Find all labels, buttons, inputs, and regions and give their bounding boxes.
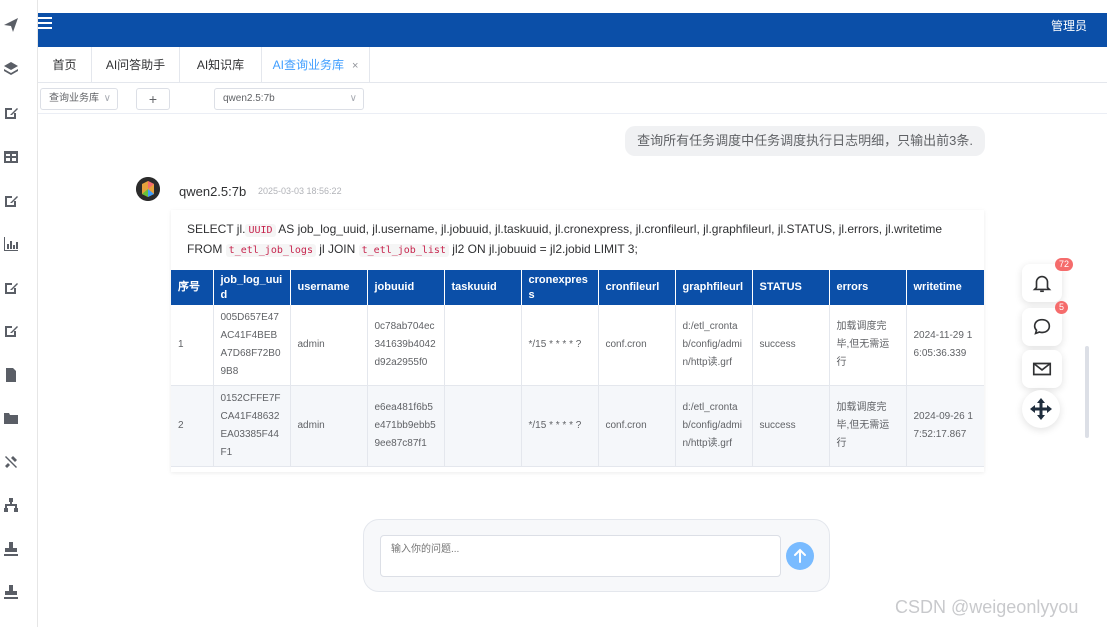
tab-ai-query-db[interactable]: AI查询业务库 × (262, 47, 370, 83)
table-icon[interactable] (3, 149, 19, 165)
sql-inline-code: t_etl_job_list (358, 244, 449, 257)
result-table: 序号 job_log_uuid username jobuuid taskuui… (171, 270, 984, 467)
column-header: cronfileurl (598, 270, 676, 305)
network-icon[interactable] (3, 497, 19, 513)
tab-ai-knowledge[interactable]: AI知识库 (180, 47, 262, 83)
sidebar (0, 0, 38, 627)
send-button[interactable] (786, 542, 814, 570)
column-header: errors (829, 270, 907, 305)
move-handle[interactable] (1022, 390, 1060, 428)
bell-icon (1032, 275, 1052, 293)
table-cell: */15 * * * * ? (521, 385, 599, 467)
column-header: job_log_uuid (213, 270, 291, 305)
table-cell: 加载调度完毕,但无需运行 (829, 385, 907, 467)
chevron-down-icon: ∨ (349, 93, 357, 104)
layers-icon[interactable] (3, 61, 19, 77)
edit-icon[interactable] (3, 323, 19, 339)
tab-ai-assistant[interactable]: AI问答助手 (92, 47, 180, 83)
table-cell: admin (290, 385, 368, 467)
arrow-up-icon (794, 548, 806, 563)
messages-button[interactable]: 5 (1022, 301, 1069, 346)
table-cell: conf.cron (598, 385, 676, 467)
user-message: 查询所有任务调度中任务调度执行日志明细，只输出前3条. (625, 126, 985, 156)
table-cell (444, 305, 522, 386)
edit-icon[interactable] (3, 280, 19, 296)
table-cell: 加载调度完毕,但无需运行 (829, 305, 907, 386)
menu-toggle-icon[interactable] (38, 17, 54, 31)
file-icon[interactable] (3, 367, 19, 383)
folder-icon[interactable] (3, 410, 19, 426)
column-header: graphfileurl (675, 270, 753, 305)
table-cell (444, 385, 522, 467)
tab-home[interactable]: 首页 (38, 47, 92, 83)
table-cell: success (752, 305, 830, 386)
stamp-icon[interactable] (3, 584, 19, 600)
admin-user-label[interactable]: 管理员 (1051, 17, 1087, 34)
table-row: 1 005D657E47AC41F4BEBA7D68F72B09B8 admin… (171, 305, 984, 386)
notifications-button[interactable]: 72 (1022, 258, 1074, 302)
column-header: jobuuid (367, 270, 445, 305)
chat-input-container (363, 519, 830, 592)
notification-count-badge: 72 (1055, 258, 1074, 271)
edit-icon[interactable] (3, 193, 19, 209)
column-header: taskuuid (444, 270, 522, 305)
answer-card: SELECT jl. UUID AS job_log_uuid, jl.usern… (171, 210, 984, 472)
column-header: 序号 (171, 270, 214, 305)
query-type-select[interactable]: 查询业务库 ∨ (40, 88, 118, 110)
table-cell: 2 (171, 385, 214, 467)
close-icon[interactable]: × (352, 60, 358, 72)
mail-button[interactable] (1022, 350, 1062, 388)
paper-plane-icon[interactable] (3, 17, 19, 33)
tools-icon[interactable] (3, 454, 19, 470)
table-cell: conf.cron (598, 305, 676, 386)
column-header: writetime (906, 270, 984, 305)
chat-bubble-icon (1033, 318, 1051, 335)
move-arrows-icon (1030, 398, 1052, 420)
table-cell: 2024-09-26 17:52:17.867 (906, 385, 984, 467)
column-header: STATUS (752, 270, 830, 305)
table-cell: 0152CFFE7FCA41F48632EA03385F44F1 (213, 385, 291, 467)
chevron-down-icon: ∨ (103, 93, 111, 104)
stamp-icon[interactable] (3, 541, 19, 557)
add-button[interactable]: + (136, 88, 170, 110)
tab-bar: 首页 AI问答助手 AI知识库 AI查询业务库 × (38, 47, 1107, 83)
toolbar: 查询业务库 ∨ + qwen2.5:7b ∨ (38, 84, 1107, 114)
sql-inline-code: t_etl_job_logs (225, 244, 316, 257)
sql-inline-code: UUID (245, 224, 276, 237)
table-cell: e6ea481f6b5e471bb9ebb59ee87c87f1 (367, 385, 445, 467)
table-cell: success (752, 385, 830, 467)
table-cell: 2024-11-29 16:05:36.339 (906, 305, 984, 386)
table-cell: 0c78ab704ec341639b4042d92a2955f0 (367, 305, 445, 386)
top-bar: 管理员 (38, 13, 1107, 47)
scrollbar[interactable] (1085, 346, 1089, 438)
model-avatar (136, 177, 160, 201)
table-cell: */15 * * * * ? (521, 305, 599, 386)
table-row: 2 0152CFFE7FCA41F48632EA03385F44F1 admin… (171, 385, 984, 467)
column-header: cronexpress (521, 270, 599, 305)
question-input[interactable] (380, 535, 781, 577)
table-cell: 1 (171, 305, 214, 386)
table-cell: 005D657E47AC41F4BEBA7D68F72B09B8 (213, 305, 291, 386)
mail-icon (1032, 362, 1052, 376)
model-select[interactable]: qwen2.5:7b ∨ (214, 88, 364, 110)
edit-icon[interactable] (3, 105, 19, 121)
table-cell: d:/etl_crontab/config/admin/http读.grf (675, 305, 753, 386)
table-cell: admin (290, 305, 368, 386)
table-cell: d:/etl_crontab/config/admin/http读.grf (675, 385, 753, 467)
message-timestamp: 2025-03-03 18:56:22 (258, 186, 342, 196)
sql-text: SELECT jl. UUID AS job_log_uuid, jl.usern… (187, 222, 943, 257)
model-name: qwen2.5:7b (179, 184, 247, 199)
column-header: username (290, 270, 368, 305)
chart-icon[interactable] (3, 236, 19, 252)
table-header-row: 序号 job_log_uuid username jobuuid taskuui… (171, 270, 984, 305)
watermark: CSDN @weigeonlyyou (895, 597, 1079, 617)
message-count-badge: 5 (1055, 301, 1069, 314)
